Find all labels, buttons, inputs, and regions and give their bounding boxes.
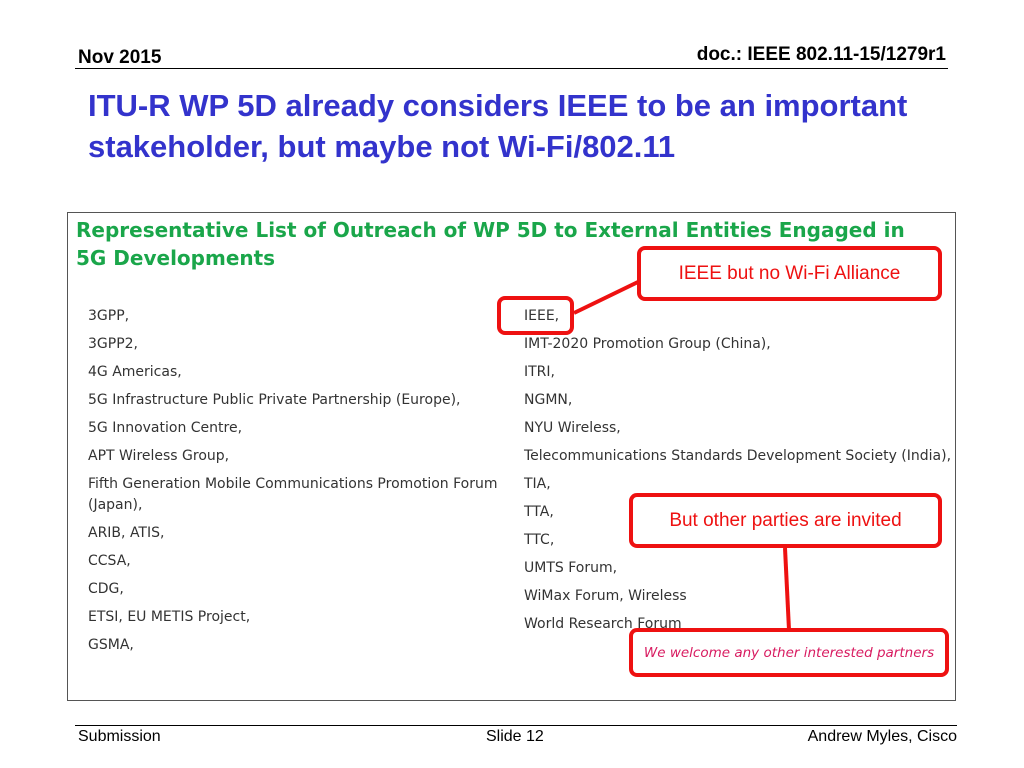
footer-divider [75,725,957,726]
welcome-text: We welcome any other interested partners [643,644,935,661]
welcome-highlight-box: We welcome any other interested partners [629,628,949,677]
list-item: Fifth Generation Mobile Communications P… [88,476,498,513]
footer-slide-number: Slide 12 [486,728,544,745]
list-item: TIA, [524,476,551,492]
footer-submission: Submission [78,728,161,745]
list-item: Telecommunications Standards Development… [524,448,952,464]
ieee-highlight-box [497,296,574,335]
list-item: ARIB, ATIS, [88,524,165,541]
ieee-callout: IEEE but no Wi-Fi Alliance [637,246,942,301]
list-item: GSMA, [88,636,134,653]
entity-list-right: IEEE, IMT-2020 Promotion Group (China), … [524,306,954,642]
list-item: UMTS Forum, [524,560,618,576]
slide-title: ITU-R WP 5D already considers IEEE to be… [88,88,908,164]
entity-list-left: 3GPP, 3GPP2, 4G Americas, 5G Infrastruct… [88,306,508,663]
list-item: CDG, [88,580,124,597]
list-item: IMT-2020 Promotion Group (China), [524,336,771,352]
list-item: NYU Wireless, [524,420,621,436]
list-item: CCSA, [88,552,131,569]
ieee-callout-text: IEEE but no Wi-Fi Alliance [678,262,901,284]
invited-callout: But other parties are invited [629,493,942,548]
list-item: WiMax Forum, Wireless [524,588,687,604]
header-date: Nov 2015 [78,47,162,68]
header-divider [75,68,948,69]
invited-callout-text: But other parties are invited [669,509,902,531]
list-item: 5G Innovation Centre, [88,420,243,436]
footer-author: Andrew Myles, Cisco [807,728,957,745]
list-item: ETSI, EU METIS Project, [88,608,251,625]
list-item: ITRI, [524,364,555,380]
list-item: APT Wireless Group, [88,448,230,464]
list-item: 3GPP2, [88,336,138,352]
header-doc-id: doc.: IEEE 802.11-15/1279r1 [696,44,946,65]
list-item: 4G Americas, [88,364,182,380]
list-item: NGMN, [524,392,573,408]
list-item: 5G Infrastructure Public Private Partner… [88,392,461,408]
list-item: 3GPP, [88,308,130,324]
list-item: IEEE, [524,308,560,324]
